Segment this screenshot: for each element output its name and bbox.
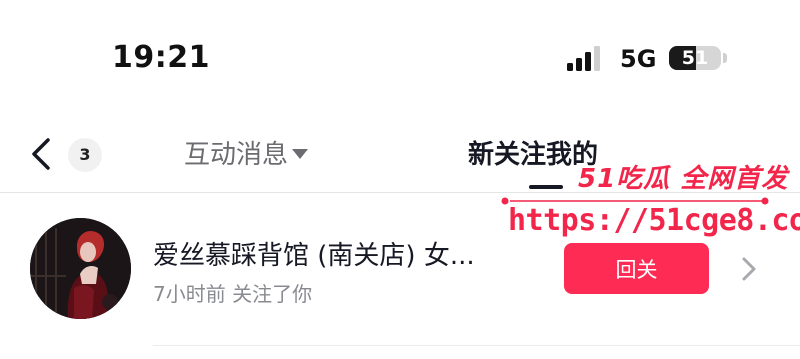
- battery-level: 51: [681, 47, 709, 69]
- active-tab-indicator: [529, 185, 563, 189]
- network-type: 5G: [620, 45, 657, 73]
- user-avatar[interactable]: [30, 218, 131, 319]
- status-bar: 19:21 5G 51: [0, 0, 800, 110]
- follow-back-button[interactable]: 回关: [564, 243, 709, 294]
- battery-icon: 51: [669, 46, 721, 70]
- status-time: 19:21: [112, 40, 210, 75]
- follower-name[interactable]: 爱丝慕踩背馆 (南关店) 女...: [153, 235, 503, 272]
- avatar-image: [30, 218, 131, 319]
- unread-badge[interactable]: 3: [68, 138, 102, 172]
- follow-time: 7小时前 关注了你: [153, 282, 313, 306]
- caret-down-icon: [292, 148, 309, 159]
- battery-cap: [723, 53, 727, 63]
- chevron-right-icon[interactable]: [738, 256, 760, 282]
- tab-interactions[interactable]: 互动消息: [184, 134, 309, 171]
- list-divider: [153, 345, 800, 346]
- list-item[interactable]: 爱丝慕踩背馆 (南关店) 女... 7小时前 关注了你 回关: [0, 205, 800, 335]
- cellular-signal-icon: [567, 46, 600, 71]
- watermark-title: 51吃瓜 全网首发: [578, 164, 789, 194]
- back-chevron-icon[interactable]: [28, 136, 56, 172]
- tab-interactions-label: 互动消息: [184, 140, 289, 170]
